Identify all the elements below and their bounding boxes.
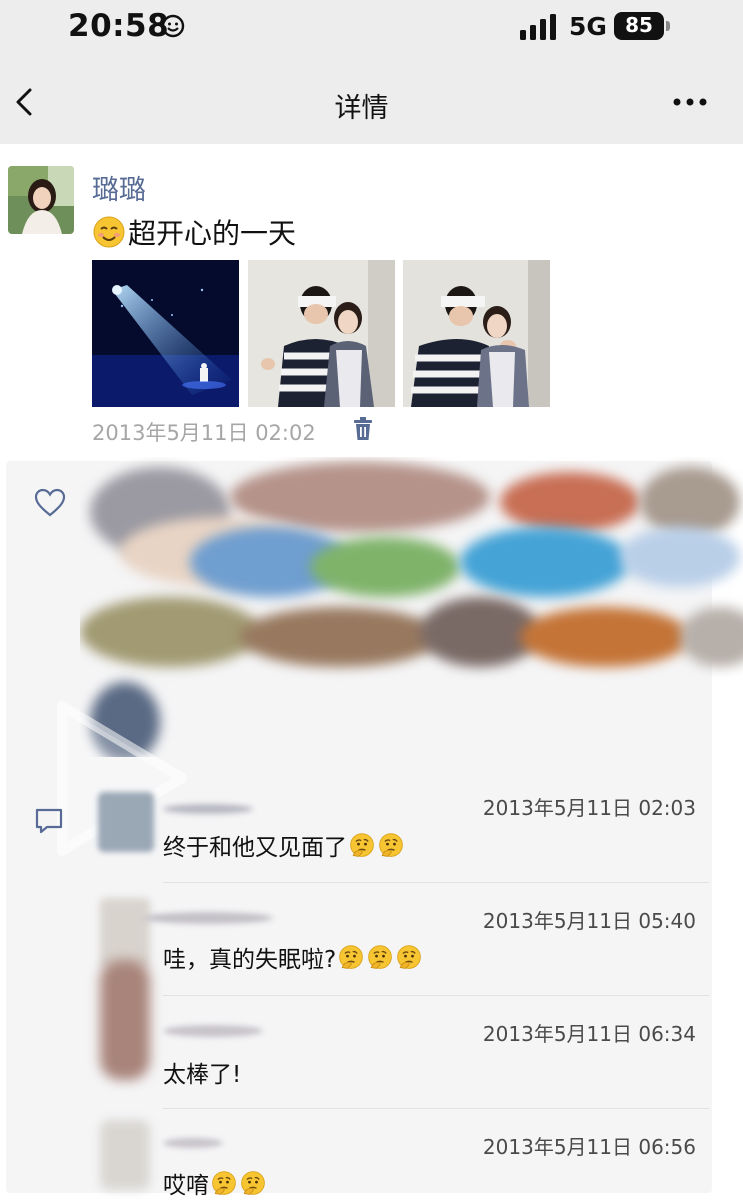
comment-text: 哎唷 [163,1166,267,1200]
comment-time: 2013年5月11日 06:34 [482,1022,696,1046]
post-timestamp: 2013年5月11日 02:02 [92,421,316,445]
post-text: 超开心的一天 [92,212,296,252]
smiley-status-icon [161,14,185,38]
thinking-emoji-icon [336,943,423,971]
author-avatar[interactable] [8,166,74,234]
commenter-avatar[interactable] [90,898,154,968]
heart-icon[interactable] [34,488,66,518]
author-name[interactable]: 璐璐 [92,168,146,207]
battery-icon: 85 [614,12,672,40]
trash-icon[interactable] [352,416,374,442]
status-time: 20:58 [68,8,170,44]
comment-divider [163,882,709,883]
smiling-face-icon [93,216,125,248]
comment-divider [163,1108,709,1109]
commenter-avatar[interactable] [90,1120,154,1190]
commenter-avatar[interactable] [90,960,154,1080]
battery-level: 85 [625,13,653,37]
comment-text-content: 哎唷 [163,1173,209,1199]
comment-icon [35,808,63,834]
nav-bar: 详情 [0,60,743,144]
cell-signal-icon [520,14,556,40]
comment-text-content: 哇，真的失眠啦? [163,947,337,973]
comment-text: 哇，真的失眠啦? [163,940,423,974]
comment-time: 2013年5月11日 06:56 [482,1135,696,1159]
page-title: 详情 [334,93,389,124]
post-image-3[interactable] [403,260,550,407]
status-bar: 20:58 5G 85 [0,0,743,60]
comment-divider [163,995,709,996]
comment-time: 2013年5月11日 02:03 [482,796,696,820]
more-dots-icon[interactable] [668,84,712,120]
comment-text: 太棒了! [163,1055,241,1089]
post-image-1[interactable] [92,260,239,407]
comment-time: 2013年5月11日 05:40 [482,909,696,933]
post-image-2[interactable] [248,260,395,407]
comment-text-content: 太棒了! [163,1062,242,1088]
moment-detail-screen: { "status_bar": { "time": "20:58", "netw… [0,0,743,1199]
network-type: 5G [569,12,607,41]
commenter-avatar[interactable] [90,788,154,852]
comment-text: 终于和他又见面了 [163,828,405,862]
post-text-content: 超开心的一天 [128,217,297,250]
thinking-emoji-icon [347,831,405,859]
comment-text-content: 终于和他又见面了 [163,835,347,861]
